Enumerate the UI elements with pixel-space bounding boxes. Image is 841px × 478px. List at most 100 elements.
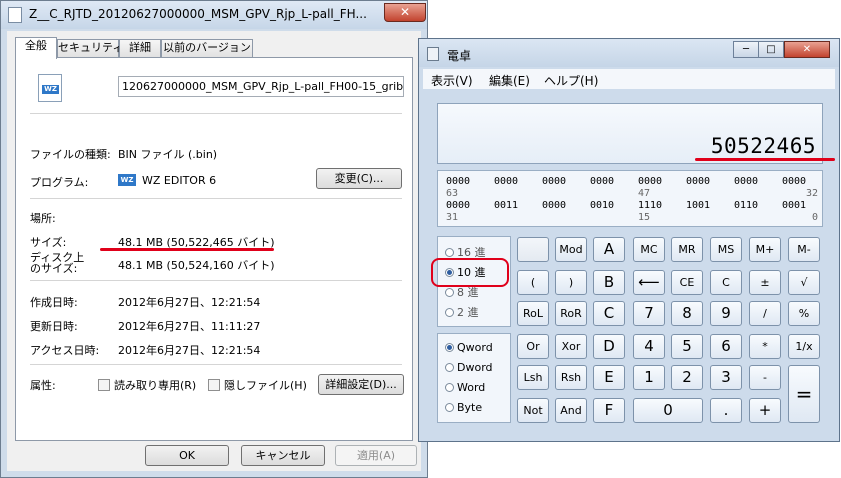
- rsh-key[interactable]: Rsh: [555, 365, 587, 390]
- modified-label: 更新日時:: [30, 320, 78, 333]
- rol-key[interactable]: RoL: [517, 301, 549, 326]
- wz-editor-icon: WZ: [118, 174, 136, 186]
- lsh-key[interactable]: Lsh: [517, 365, 549, 390]
- digit-1-key[interactable]: 1: [633, 365, 665, 390]
- radio-binary[interactable]: 2 進: [445, 304, 479, 320]
- properties-titlebar[interactable]: Z__C_RJTD_20120627000000_MSM_GPV_Rjp_L-p…: [1, 1, 427, 29]
- tab-general[interactable]: 全般: [15, 37, 57, 59]
- created-label: 作成日時:: [30, 296, 78, 309]
- tab-details[interactable]: 詳細: [119, 39, 161, 57]
- hex-f-key[interactable]: F: [593, 398, 625, 423]
- maximize-button[interactable]: □: [758, 41, 784, 58]
- add-key[interactable]: +: [749, 398, 781, 423]
- display-annotation-underline: [695, 158, 835, 161]
- calculator-icon: [427, 47, 439, 61]
- subtract-key[interactable]: -: [749, 365, 781, 390]
- ce-key[interactable]: CE: [671, 270, 703, 295]
- bit-position: 15: [638, 212, 651, 223]
- digit-3-key[interactable]: 3: [710, 365, 742, 390]
- hex-c-key[interactable]: C: [593, 301, 625, 326]
- ok-button[interactable]: OK: [145, 445, 229, 466]
- xor-key[interactable]: Xor: [555, 334, 587, 359]
- readonly-checkbox[interactable]: [98, 379, 110, 391]
- calculator-close-button[interactable]: ✕: [784, 41, 830, 58]
- hex-b-key[interactable]: B: [593, 270, 625, 295]
- cancel-button[interactable]: キャンセル: [241, 445, 325, 466]
- accessed-value: 2012年6月27日、12:21:54: [118, 344, 261, 357]
- display-value: 50522465: [710, 134, 816, 158]
- bit-group: 1001: [686, 200, 711, 211]
- and-key[interactable]: And: [555, 398, 587, 423]
- calculator-display: 50522465: [437, 103, 823, 164]
- backspace-key[interactable]: ⟵: [633, 270, 665, 295]
- bit-group: 0000: [542, 176, 567, 187]
- hex-a-key[interactable]: A: [593, 237, 625, 262]
- m-minus-key[interactable]: M-: [788, 237, 820, 262]
- digit-5-key[interactable]: 5: [671, 334, 703, 359]
- divide-key[interactable]: /: [749, 301, 781, 326]
- word-radio-group: Qword Dword Word Byte: [437, 333, 511, 423]
- radio-qword[interactable]: Qword: [445, 341, 493, 354]
- equals-key[interactable]: =: [788, 365, 820, 423]
- mr-key[interactable]: MR: [671, 237, 703, 262]
- decimal-point-key[interactable]: .: [710, 398, 742, 423]
- radio-dword[interactable]: Dword: [445, 361, 493, 374]
- ror-key[interactable]: RoR: [555, 301, 587, 326]
- mod-key[interactable]: Mod: [555, 237, 587, 262]
- radio-word[interactable]: Word: [445, 381, 485, 394]
- hex-d-key[interactable]: D: [593, 334, 625, 359]
- location-label: 場所:: [30, 212, 56, 225]
- digit-2-key[interactable]: 2: [671, 365, 703, 390]
- digit-0-key[interactable]: 0: [633, 398, 703, 423]
- properties-window: Z__C_RJTD_20120627000000_MSM_GPV_Rjp_L-p…: [0, 0, 428, 478]
- digit-9-key[interactable]: 9: [710, 301, 742, 326]
- filename-field[interactable]: 120627000000_MSM_GPV_Rjp_L-pall_FH00-15_…: [118, 76, 404, 97]
- ms-key[interactable]: MS: [710, 237, 742, 262]
- menu-help[interactable]: ヘルプ(H): [544, 72, 598, 89]
- or-key[interactable]: Or: [517, 334, 549, 359]
- bit-display: 0000 0000 0000 0000 0000 0000 0000 0000 …: [437, 170, 823, 227]
- size-label: サイズ:: [30, 236, 67, 249]
- reciprocal-key[interactable]: 1/x: [788, 334, 820, 359]
- sqrt-key[interactable]: √: [788, 270, 820, 295]
- close-paren-key[interactable]: ): [555, 270, 587, 295]
- created-value: 2012年6月27日、12:21:54: [118, 296, 261, 309]
- bit-group: 0000: [446, 200, 471, 211]
- digit-7-key[interactable]: 7: [633, 301, 665, 326]
- bit-group: 0011: [494, 200, 519, 211]
- open-paren-key[interactable]: (: [517, 270, 549, 295]
- bit-group: 0110: [734, 200, 759, 211]
- not-key[interactable]: Not: [517, 398, 549, 423]
- apply-button[interactable]: 適用(A): [335, 445, 417, 466]
- m-plus-key[interactable]: M+: [749, 237, 781, 262]
- mc-key[interactable]: MC: [633, 237, 665, 262]
- plus-minus-key[interactable]: ±: [749, 270, 781, 295]
- blank-key: [517, 237, 549, 262]
- radio-byte[interactable]: Byte: [445, 401, 482, 414]
- bit-group: 0000: [686, 176, 711, 187]
- calculator-titlebar[interactable]: 電卓 ─ □ ✕: [419, 39, 839, 67]
- digit-6-key[interactable]: 6: [710, 334, 742, 359]
- minimize-button[interactable]: ─: [733, 41, 759, 58]
- bit-group: 0001: [782, 200, 807, 211]
- type-value: BIN ファイル (.bin): [118, 148, 218, 161]
- digit-8-key[interactable]: 8: [671, 301, 703, 326]
- calculator-title: 電卓: [447, 49, 472, 63]
- percent-key[interactable]: %: [788, 301, 820, 326]
- bit-group: 0000: [638, 176, 663, 187]
- digit-4-key[interactable]: 4: [633, 334, 665, 359]
- advanced-button[interactable]: 詳細設定(D)...: [318, 374, 404, 395]
- tab-security[interactable]: セキュリティ: [57, 39, 123, 57]
- multiply-key[interactable]: *: [749, 334, 781, 359]
- change-button[interactable]: 変更(C)...: [316, 168, 402, 189]
- menu-view[interactable]: 表示(V): [431, 72, 473, 89]
- clear-key[interactable]: C: [710, 270, 742, 295]
- properties-close-button[interactable]: ✕: [384, 3, 426, 22]
- menu-edit[interactable]: 編集(E): [489, 72, 530, 89]
- hidden-checkbox[interactable]: [208, 379, 220, 391]
- program-value: WZ EDITOR 6: [142, 174, 217, 187]
- hex-e-key[interactable]: E: [593, 365, 625, 390]
- bit-position: 31: [446, 212, 459, 223]
- accessed-label: アクセス日時:: [30, 344, 100, 357]
- tab-previous-versions[interactable]: 以前のバージョン: [161, 39, 253, 57]
